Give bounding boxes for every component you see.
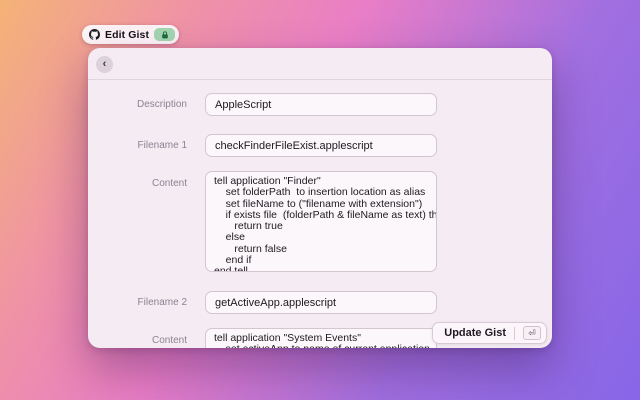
edit-gist-tab[interactable]: Edit Gist xyxy=(82,25,179,44)
back-button[interactable]: ‹ xyxy=(96,56,113,73)
desktop-background: { "tab": { "title": "Edit Gist", "icons"… xyxy=(0,0,640,400)
filename-1-label: Filename 1 xyxy=(88,134,187,157)
window-header: ‹ xyxy=(88,48,552,80)
description-input[interactable] xyxy=(205,93,437,116)
button-divider xyxy=(514,327,515,340)
chevron-left-icon: ‹ xyxy=(103,59,107,70)
content-2-textarea[interactable]: tell application "System Events" set act… xyxy=(205,328,437,348)
lock-icon xyxy=(161,31,169,39)
filename-1-input[interactable] xyxy=(205,134,437,157)
content-1-textarea[interactable]: tell application "Finder" set folderPath… xyxy=(205,171,437,272)
github-icon xyxy=(89,29,100,40)
enter-key-icon: ⏎ xyxy=(523,326,541,340)
filename-2-input[interactable] xyxy=(205,291,437,314)
content-2-label: Content xyxy=(88,335,187,346)
tab-title: Edit Gist xyxy=(105,29,149,41)
main-window: ‹ Description Filename 1 Content tell ap… xyxy=(88,48,552,348)
content-1-label: Content xyxy=(88,178,187,189)
description-label: Description xyxy=(88,93,187,116)
private-badge xyxy=(154,28,175,41)
filename-2-label: Filename 2 xyxy=(88,291,187,314)
update-gist-button[interactable]: Update Gist ⏎ xyxy=(432,322,547,344)
update-gist-label: Update Gist xyxy=(444,327,506,339)
